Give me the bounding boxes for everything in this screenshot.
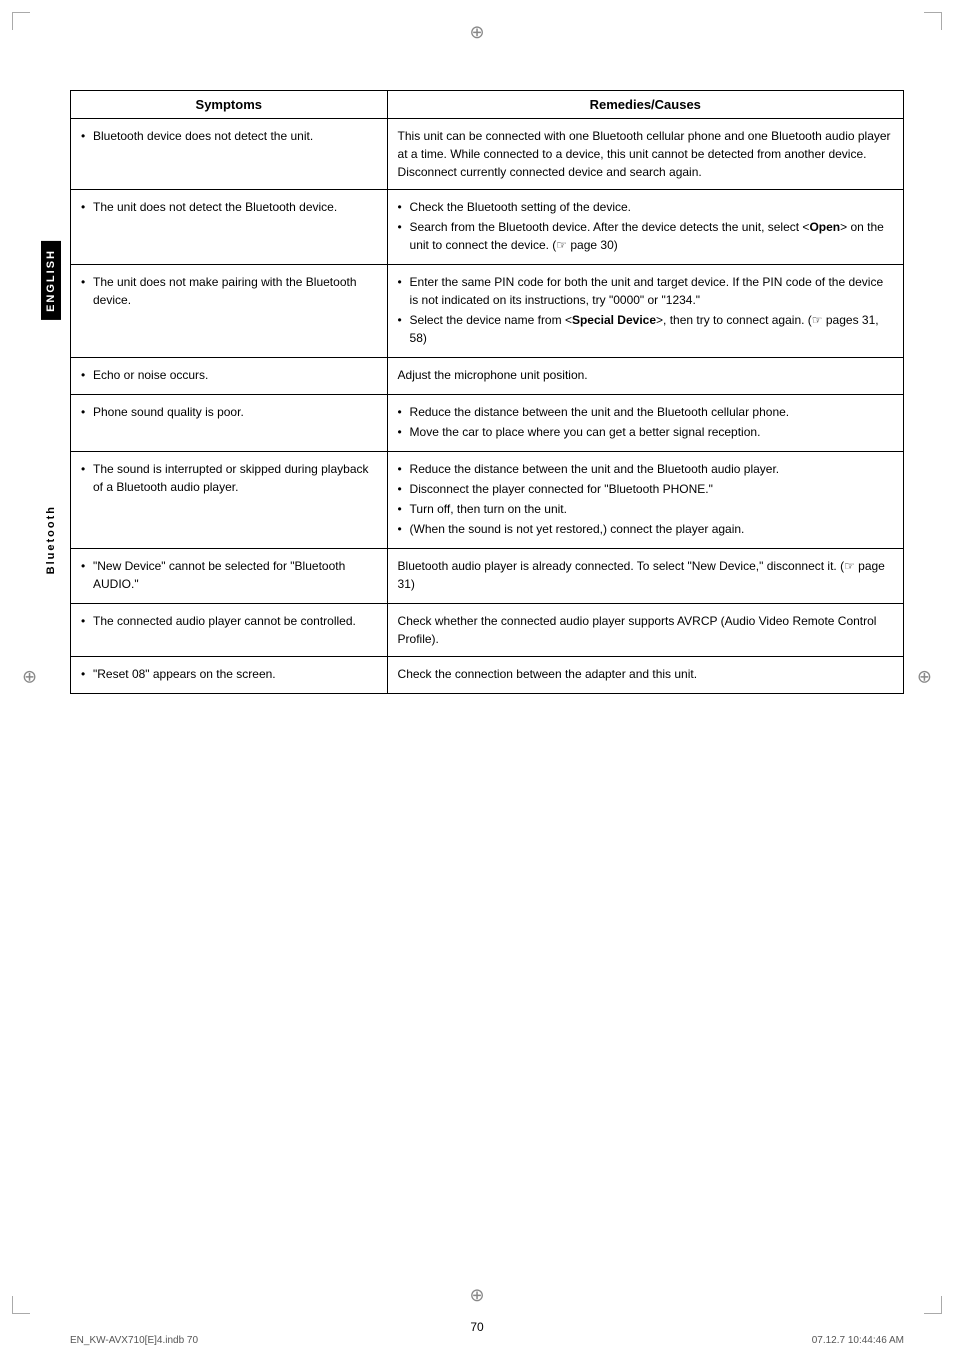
- symptoms-cell: The connected audio player cannot be con…: [71, 604, 388, 657]
- page-number: 70: [470, 1320, 483, 1334]
- bluetooth-sidebar: Bluetooth: [40, 370, 62, 710]
- table-row: The sound is interrupted or skipped duri…: [71, 452, 904, 549]
- list-item: The unit does not make pairing with the …: [81, 273, 377, 309]
- symptoms-cell: The unit does not detect the Bluetooth d…: [71, 190, 388, 265]
- list-item: Enter the same PIN code for both the uni…: [398, 273, 893, 309]
- symptoms-cell: Bluetooth device does not detect the uni…: [71, 119, 388, 190]
- list-item: The unit does not detect the Bluetooth d…: [81, 198, 377, 216]
- remedies-cell: Reduce the distance between the unit and…: [387, 395, 903, 452]
- list-item: Select the device name from <Special Dev…: [398, 311, 893, 347]
- right-registration-mark: ⊕: [917, 667, 932, 688]
- list-item: Check the Bluetooth setting of the devic…: [398, 198, 893, 216]
- list-item: "New Device" cannot be selected for "Blu…: [81, 557, 377, 593]
- remedies-cell: Check whether the connected audio player…: [387, 604, 903, 657]
- remedies-cell: Check the Bluetooth setting of the devic…: [387, 190, 903, 265]
- remedies-header: Remedies/Causes: [387, 91, 903, 119]
- table-row: The connected audio player cannot be con…: [71, 604, 904, 657]
- corner-mark-tl: [12, 12, 30, 30]
- symptoms-cell: Phone sound quality is poor.: [71, 395, 388, 452]
- remedies-cell: Enter the same PIN code for both the uni…: [387, 265, 903, 358]
- list-item: The connected audio player cannot be con…: [81, 612, 377, 630]
- corner-mark-bl: [12, 1296, 30, 1314]
- remedies-cell: This unit can be connected with one Blue…: [387, 119, 903, 190]
- table-row: Phone sound quality is poor. Reduce the …: [71, 395, 904, 452]
- remedies-cell: Bluetooth audio player is already connec…: [387, 549, 903, 604]
- symptoms-cell: "New Device" cannot be selected for "Blu…: [71, 549, 388, 604]
- table-row: Echo or noise occurs. Adjust the microph…: [71, 358, 904, 395]
- table-row: "New Device" cannot be selected for "Blu…: [71, 549, 904, 604]
- bluetooth-label: Bluetooth: [45, 505, 57, 574]
- list-item: Disconnect the player connected for "Blu…: [398, 480, 893, 498]
- symptoms-cell: "Reset 08" appears on the screen.: [71, 657, 388, 694]
- list-item: Echo or noise occurs.: [81, 366, 377, 384]
- symptoms-header: Symptoms: [71, 91, 388, 119]
- list-item: Bluetooth device does not detect the uni…: [81, 127, 377, 145]
- corner-mark-br: [924, 1296, 942, 1314]
- list-item: Search from the Bluetooth device. After …: [398, 218, 893, 254]
- list-item: The sound is interrupted or skipped duri…: [81, 460, 377, 496]
- list-item: Move the car to place where you can get …: [398, 423, 893, 441]
- list-item: Reduce the distance between the unit and…: [398, 403, 893, 421]
- english-label: ENGLISH: [41, 241, 61, 320]
- footer-left: EN_KW-AVX710[E]4.indb 70: [70, 1335, 198, 1346]
- symptoms-cell: Echo or noise occurs.: [71, 358, 388, 395]
- remedies-cell: Adjust the microphone unit position.: [387, 358, 903, 395]
- remedies-cell: Check the connection between the adapter…: [387, 657, 903, 694]
- table-row: The unit does not detect the Bluetooth d…: [71, 190, 904, 265]
- footer-right: 07.12.7 10:44:46 AM: [812, 1335, 904, 1346]
- symptoms-cell: The unit does not make pairing with the …: [71, 265, 388, 358]
- remedies-cell: Reduce the distance between the unit and…: [387, 452, 903, 549]
- table-row: The unit does not make pairing with the …: [71, 265, 904, 358]
- list-item: (When the sound is not yet restored,) co…: [398, 520, 893, 538]
- table-row: Bluetooth device does not detect the uni…: [71, 119, 904, 190]
- table-row: "Reset 08" appears on the screen. Check …: [71, 657, 904, 694]
- troubleshooting-table: Symptoms Remedies/Causes Bluetooth devic…: [70, 90, 904, 694]
- list-item: Phone sound quality is poor.: [81, 403, 377, 421]
- corner-mark-tr: [924, 12, 942, 30]
- list-item: Turn off, then turn on the unit.: [398, 500, 893, 518]
- symptoms-cell: The sound is interrupted or skipped duri…: [71, 452, 388, 549]
- list-item: "Reset 08" appears on the screen.: [81, 665, 377, 683]
- list-item: Reduce the distance between the unit and…: [398, 460, 893, 478]
- main-content: Symptoms Remedies/Causes Bluetooth devic…: [70, 90, 904, 1294]
- left-registration-mark: ⊕: [22, 667, 37, 688]
- top-registration-mark: ⊕: [469, 22, 484, 43]
